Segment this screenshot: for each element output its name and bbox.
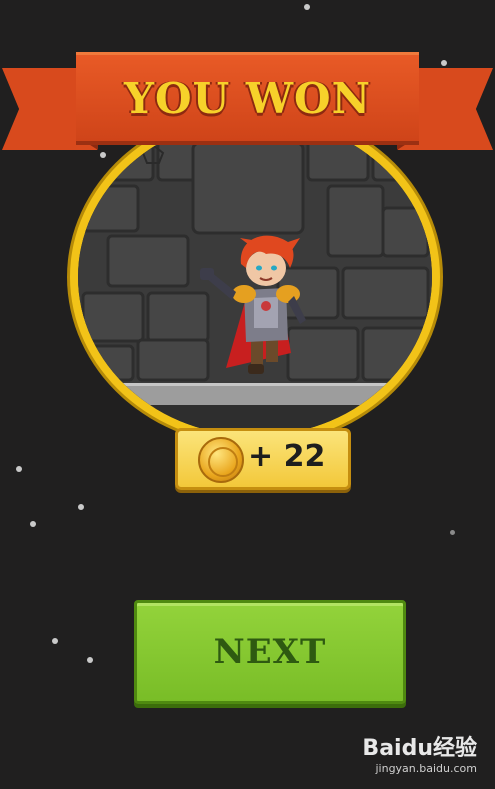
baidu-watermark: Baidu经验 jingyan.baidu.com	[362, 730, 477, 775]
victory-banner: YOU WON	[0, 48, 495, 158]
coin-inner-ring	[208, 447, 238, 477]
reward-amount: + 22	[248, 439, 326, 474]
hero-character-icon	[200, 235, 306, 374]
next-button-label: NEXT	[213, 632, 327, 672]
watermark-logo: Baidu经验	[362, 736, 477, 761]
snow-dot	[52, 638, 58, 644]
reward-plate: + 22	[175, 428, 351, 490]
snow-dot	[304, 4, 310, 10]
snow-dot	[87, 657, 93, 663]
watermark-url: jingyan.baidu.com	[375, 762, 477, 775]
victory-title: YOU WON	[124, 73, 371, 123]
snow-dot	[450, 530, 455, 535]
snow-dot	[16, 466, 22, 472]
snow-dot	[30, 521, 36, 527]
hero-portrait-frame	[70, 110, 440, 444]
coin-icon	[198, 437, 244, 483]
next-button[interactable]: NEXT	[134, 600, 406, 704]
snow-dot	[78, 504, 84, 510]
ribbon-main: YOU WON	[76, 52, 419, 141]
